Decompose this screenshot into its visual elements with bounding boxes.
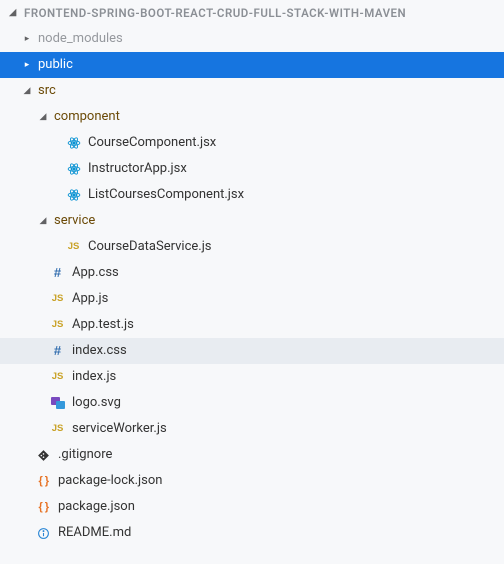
- file-logo-svg[interactable]: ▸ logo.svg: [0, 390, 504, 416]
- info-icon: [36, 526, 51, 541]
- folder-label: src: [38, 78, 56, 104]
- folder-node-modules[interactable]: ▸ node_modules: [0, 26, 504, 52]
- folder-src[interactable]: ◢ src: [0, 78, 504, 104]
- tree-root[interactable]: ◢ FRONTEND-SPRING-BOOT-REACT-CRUD-FULL-S…: [0, 0, 504, 26]
- file-list-courses-component[interactable]: ▸ ListCoursesComponent.jsx: [0, 182, 504, 208]
- css-icon: #: [50, 344, 65, 359]
- file-readme[interactable]: ▸ README.md: [0, 520, 504, 546]
- file-index-css[interactable]: ▸ # index.css: [0, 338, 504, 364]
- chevron-down-icon: ◢: [22, 78, 32, 104]
- folder-label: service: [54, 208, 95, 234]
- file-course-component[interactable]: ▸ CourseComponent.jsx: [0, 130, 504, 156]
- file-label: package.json: [58, 494, 135, 520]
- file-app-test[interactable]: ▸ JS App.test.js: [0, 312, 504, 338]
- file-label: App.css: [72, 260, 119, 286]
- js-icon: JS: [50, 318, 65, 333]
- file-label: package-lock.json: [58, 468, 162, 494]
- file-index-js[interactable]: ▸ JS index.js: [0, 364, 504, 390]
- js-icon: JS: [50, 422, 65, 437]
- root-label: FRONTEND-SPRING-BOOT-REACT-CRUD-FULL-STA…: [24, 0, 406, 26]
- file-label: App.js: [72, 286, 108, 312]
- file-label: InstructorApp.jsx: [88, 156, 187, 182]
- file-label: ListCoursesComponent.jsx: [88, 182, 244, 208]
- json-icon: { }: [36, 500, 51, 515]
- chevron-down-icon: ◢: [38, 104, 48, 130]
- chevron-down-icon: ◢: [38, 208, 48, 234]
- gitignore-icon: [36, 448, 51, 463]
- file-service-worker[interactable]: ▸ JS serviceWorker.js: [0, 416, 504, 442]
- chevron-down-icon: ◢: [8, 0, 18, 26]
- file-label: .gitignore: [58, 442, 112, 468]
- folder-public[interactable]: ▸ public: [0, 52, 504, 78]
- file-label: serviceWorker.js: [72, 416, 167, 442]
- react-icon: [66, 136, 81, 151]
- chevron-right-icon: ▸: [22, 26, 32, 52]
- folder-label: node_modules: [38, 26, 123, 52]
- file-label: index.js: [72, 364, 116, 390]
- file-instructor-app[interactable]: ▸ InstructorApp.jsx: [0, 156, 504, 182]
- react-icon: [66, 162, 81, 177]
- file-label: README.md: [58, 520, 131, 546]
- file-tree: ◢ FRONTEND-SPRING-BOOT-REACT-CRUD-FULL-S…: [0, 0, 504, 546]
- file-package-json[interactable]: ▸ { } package.json: [0, 494, 504, 520]
- js-icon: JS: [66, 240, 81, 255]
- file-package-lock[interactable]: ▸ { } package-lock.json: [0, 468, 504, 494]
- folder-service[interactable]: ◢ service: [0, 208, 504, 234]
- json-icon: { }: [36, 474, 51, 489]
- file-course-data-service[interactable]: ▸ JS CourseDataService.js: [0, 234, 504, 260]
- file-app-js[interactable]: ▸ JS App.js: [0, 286, 504, 312]
- file-app-css[interactable]: ▸ # App.css: [0, 260, 504, 286]
- js-icon: JS: [50, 292, 65, 307]
- file-label: logo.svg: [72, 390, 121, 416]
- chevron-right-icon: ▸: [22, 52, 32, 78]
- file-gitignore[interactable]: ▸ .gitignore: [0, 442, 504, 468]
- folder-component[interactable]: ◢ component: [0, 104, 504, 130]
- folder-label: public: [38, 52, 73, 78]
- svg-icon: [50, 396, 65, 411]
- file-label: index.css: [72, 338, 127, 364]
- file-label: CourseComponent.jsx: [88, 130, 216, 156]
- css-icon: #: [50, 266, 65, 281]
- js-icon: JS: [50, 370, 65, 385]
- file-label: CourseDataService.js: [88, 234, 212, 260]
- folder-label: component: [54, 104, 120, 130]
- react-icon: [66, 188, 81, 203]
- file-label: App.test.js: [72, 312, 134, 338]
